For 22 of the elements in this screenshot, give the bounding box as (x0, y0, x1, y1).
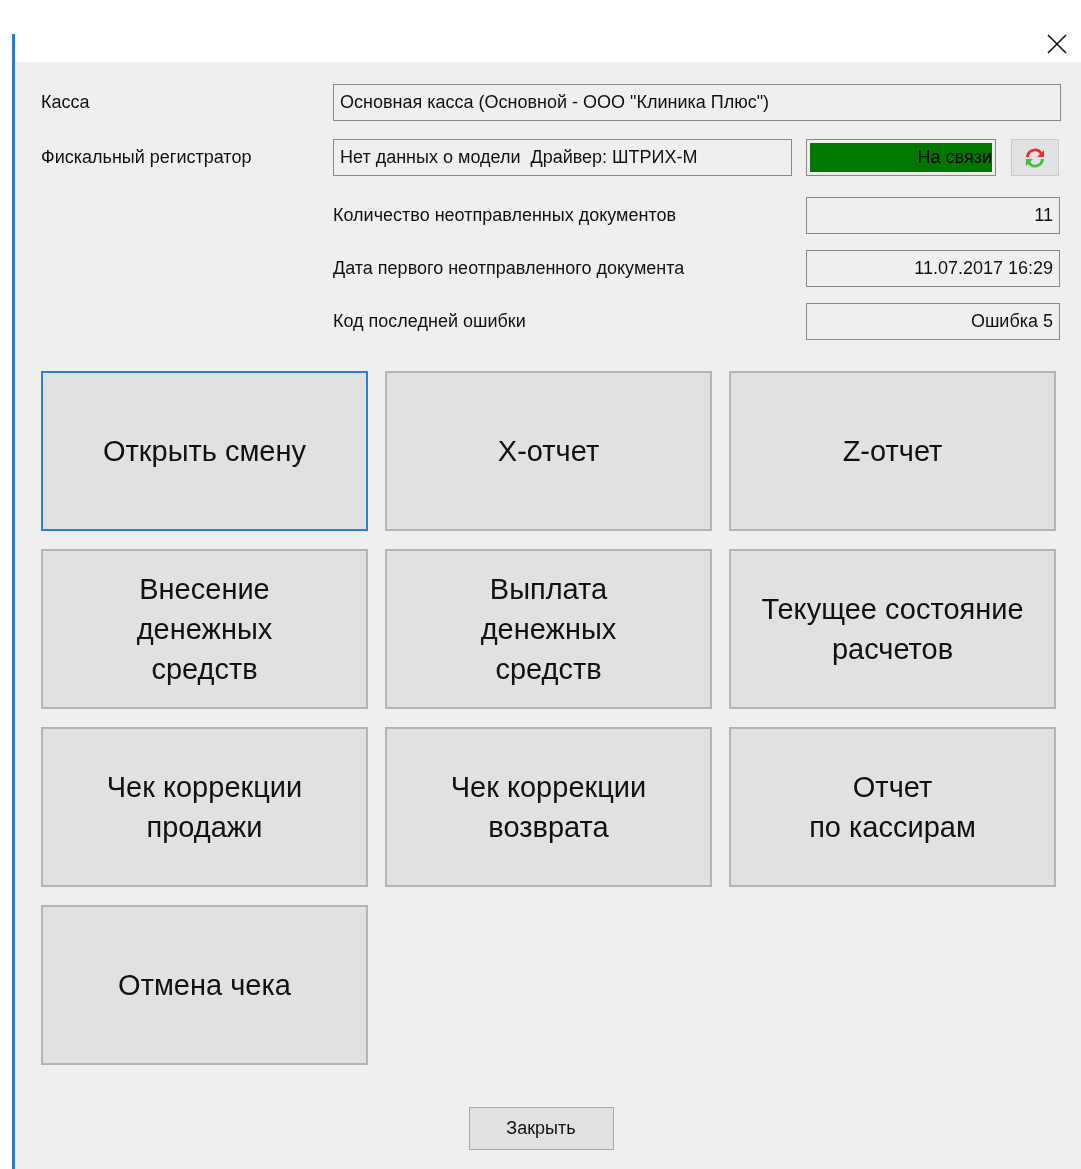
field-label: Касса (41, 92, 91, 113)
info-label: Дата первого неотправленного документа (333, 258, 686, 279)
close-button[interactable]: Закрыть (468, 1107, 614, 1150)
close-icon[interactable] (1047, 34, 1067, 54)
action-button[interactable]: Отмена чека (41, 905, 368, 1065)
field-label: Фискальный регистратор (41, 147, 253, 168)
status-indicator: На связи (806, 139, 996, 176)
value-field: 11.07.2017 16:29 (806, 250, 1060, 287)
action-button[interactable]: Z-отчет (729, 371, 1056, 531)
value-field: 11 (806, 197, 1060, 234)
action-button[interactable]: Чек коррекции продажи (41, 727, 368, 887)
action-button[interactable]: Внесение денежных средств (41, 549, 368, 709)
refresh-icon[interactable] (1011, 139, 1059, 176)
action-button[interactable]: Отчет по кассирам (729, 727, 1056, 887)
action-button[interactable]: Чек коррекции возврата (385, 727, 712, 887)
action-button[interactable]: Текущее состояние расчетов (729, 549, 1056, 709)
value-field: Ошибка 5 (806, 303, 1060, 340)
info-label: Количество неотправленных документов (333, 205, 678, 226)
info-label: Код последней ошибки (333, 311, 527, 332)
action-button[interactable]: Выплата денежных средств (385, 549, 712, 709)
action-button[interactable]: X-отчет (385, 371, 712, 531)
action-button[interactable]: Открыть смену (41, 371, 368, 531)
